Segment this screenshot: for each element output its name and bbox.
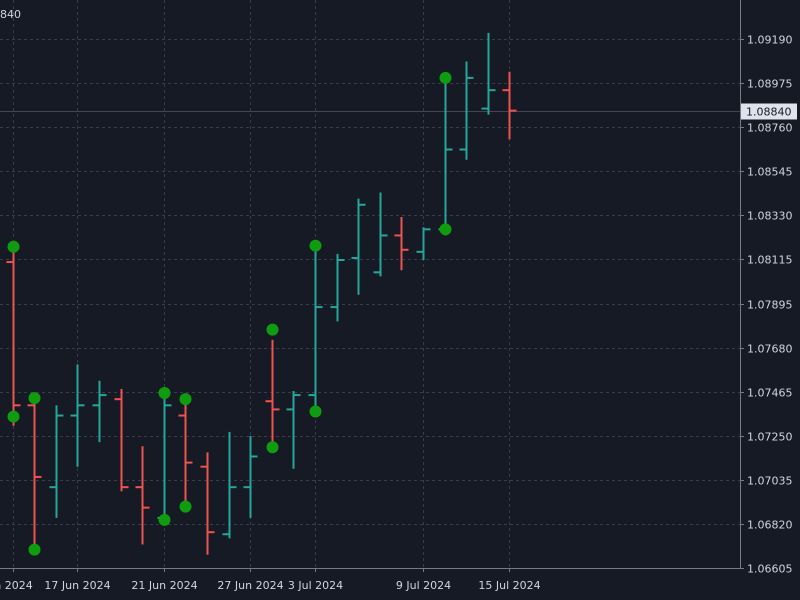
x-tick-label: 17 Jun 2024 bbox=[44, 579, 110, 592]
fractal-marker bbox=[28, 543, 41, 556]
y-tick-label: 1.07895 bbox=[747, 299, 793, 312]
y-tick-label: 1.07035 bbox=[747, 475, 793, 488]
x-tick-label: 21 Jun 2024 bbox=[131, 579, 197, 592]
y-tick-label: 1.06820 bbox=[747, 519, 793, 532]
chart-background bbox=[0, 0, 800, 600]
fractal-marker bbox=[266, 323, 279, 336]
x-tick-label: 27 Jun 2024 bbox=[217, 579, 283, 592]
y-tick-label: 1.07465 bbox=[747, 387, 793, 400]
y-tick-label: 1.08115 bbox=[747, 254, 793, 267]
chart-container: 1.09190 1.08975 1.08760 1.08545 1.08330 1.081… bbox=[0, 0, 800, 600]
fractal-marker bbox=[7, 410, 20, 423]
fractal-marker bbox=[158, 387, 171, 400]
fractal-marker bbox=[179, 500, 192, 513]
current-price-tag: 1.08840 bbox=[741, 103, 797, 120]
y-tick-label: 1.08330 bbox=[747, 210, 793, 223]
x-tick-label: 3 Jul 2024 bbox=[288, 579, 343, 592]
y-tick-label: 1.06605 bbox=[747, 563, 793, 576]
fractal-marker bbox=[266, 441, 279, 454]
fractal-marker bbox=[7, 240, 20, 253]
fractal-marker bbox=[28, 392, 41, 405]
fractal-marker bbox=[309, 239, 322, 252]
current-price-tag-text: 1.08840 bbox=[746, 106, 792, 119]
x-tick-label: n 2024 bbox=[0, 579, 33, 592]
y-tick-label: 1.08545 bbox=[747, 166, 793, 179]
y-tick-label: 1.07250 bbox=[747, 431, 793, 444]
y-tick-label: 1.07680 bbox=[747, 343, 793, 356]
y-tick-label: 1.08760 bbox=[747, 122, 793, 135]
corner-price-label: 840 bbox=[0, 8, 21, 21]
fractal-marker bbox=[439, 223, 452, 236]
x-tick-label: 15 Jul 2024 bbox=[478, 579, 540, 592]
x-tick-label: 9 Jul 2024 bbox=[396, 579, 451, 592]
fractal-marker bbox=[309, 405, 322, 418]
fractal-marker bbox=[179, 393, 192, 406]
fractal-marker bbox=[158, 513, 171, 526]
ohlc-chart[interactable]: 1.09190 1.08975 1.08760 1.08545 1.08330 1.081… bbox=[0, 0, 800, 600]
fractal-marker bbox=[439, 71, 452, 84]
y-tick-label: 1.08975 bbox=[747, 78, 793, 91]
y-tick-label: 1.09190 bbox=[747, 34, 793, 47]
